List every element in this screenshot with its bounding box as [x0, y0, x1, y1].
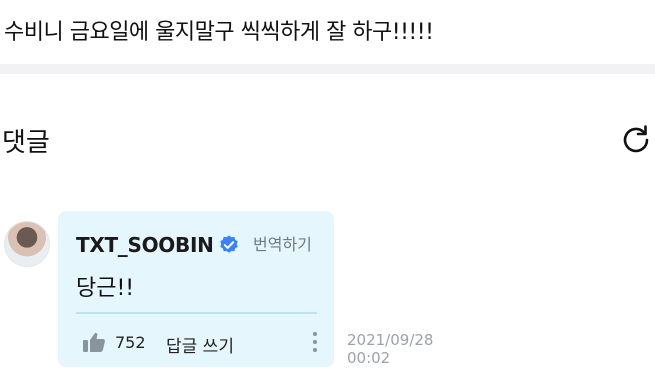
- like-count: 752: [115, 333, 146, 352]
- comment-author[interactable]: TXT_SOOBIN: [76, 233, 214, 257]
- comment-separator: [76, 312, 317, 314]
- comments-title: 댓글: [2, 128, 50, 158]
- reply-button[interactable]: 답글 쓰기: [166, 332, 234, 357]
- comment-timestamp: 2021/09/28 00:02: [347, 331, 457, 367]
- comment-time: 00:02: [347, 349, 391, 367]
- comment-text: 당근!!: [76, 276, 135, 301]
- verified-badge-icon: [220, 235, 238, 253]
- avatar[interactable]: [4, 221, 50, 267]
- post-text: 수비니 금요일에 울지말구 씩씩하게 잘 하구!!!!!: [4, 20, 434, 45]
- section-divider: [0, 64, 655, 74]
- translate-button[interactable]: 번역하기: [253, 231, 312, 255]
- thumbs-up-icon[interactable]: [82, 331, 106, 353]
- more-vertical-icon[interactable]: [310, 330, 320, 354]
- comment-date: 2021/09/28: [347, 331, 434, 349]
- refresh-icon[interactable]: [618, 122, 654, 158]
